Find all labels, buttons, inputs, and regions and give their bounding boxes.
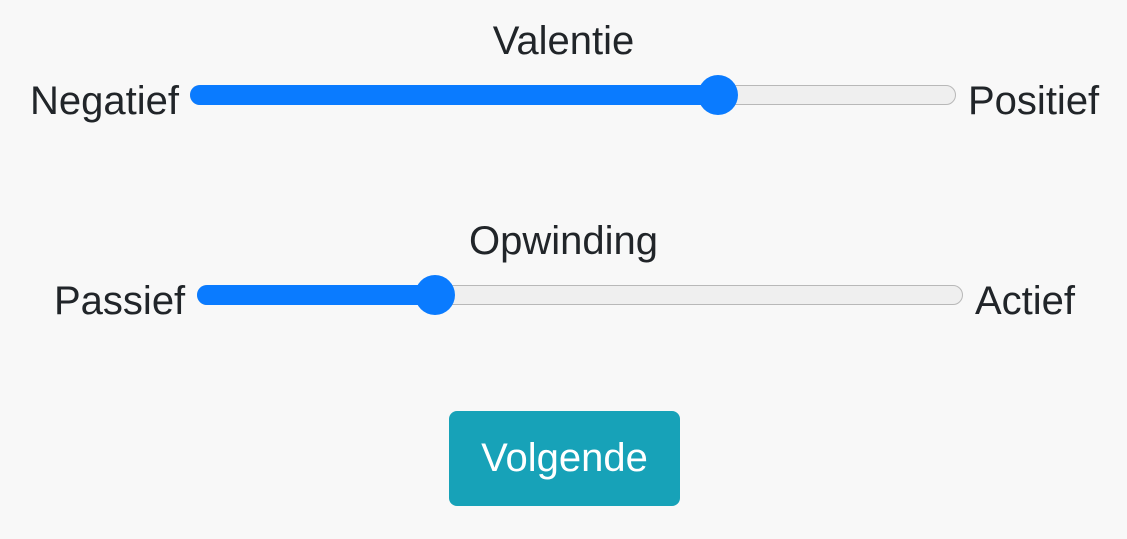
emotion-rating-form: Valentie Negatief Positief Opwinding Pas… — [0, 0, 1127, 539]
next-button[interactable]: Volgende — [449, 411, 680, 506]
valence-slider[interactable] — [190, 75, 956, 115]
arousal-slider-fill — [197, 285, 434, 305]
arousal-min-label: Passief — [54, 279, 186, 323]
valence-min-label: Negatief — [30, 79, 179, 123]
arousal-slider[interactable] — [197, 275, 963, 315]
valence-slider-fill — [190, 85, 718, 105]
arousal-slider-thumb[interactable] — [414, 275, 455, 315]
arousal-max-label: Actief — [975, 279, 1076, 323]
arousal-title: Opwinding — [468, 219, 658, 263]
valence-slider-thumb[interactable] — [698, 75, 739, 115]
valence-title: Valentie — [492, 19, 635, 63]
valence-max-label: Positief — [968, 79, 1100, 123]
